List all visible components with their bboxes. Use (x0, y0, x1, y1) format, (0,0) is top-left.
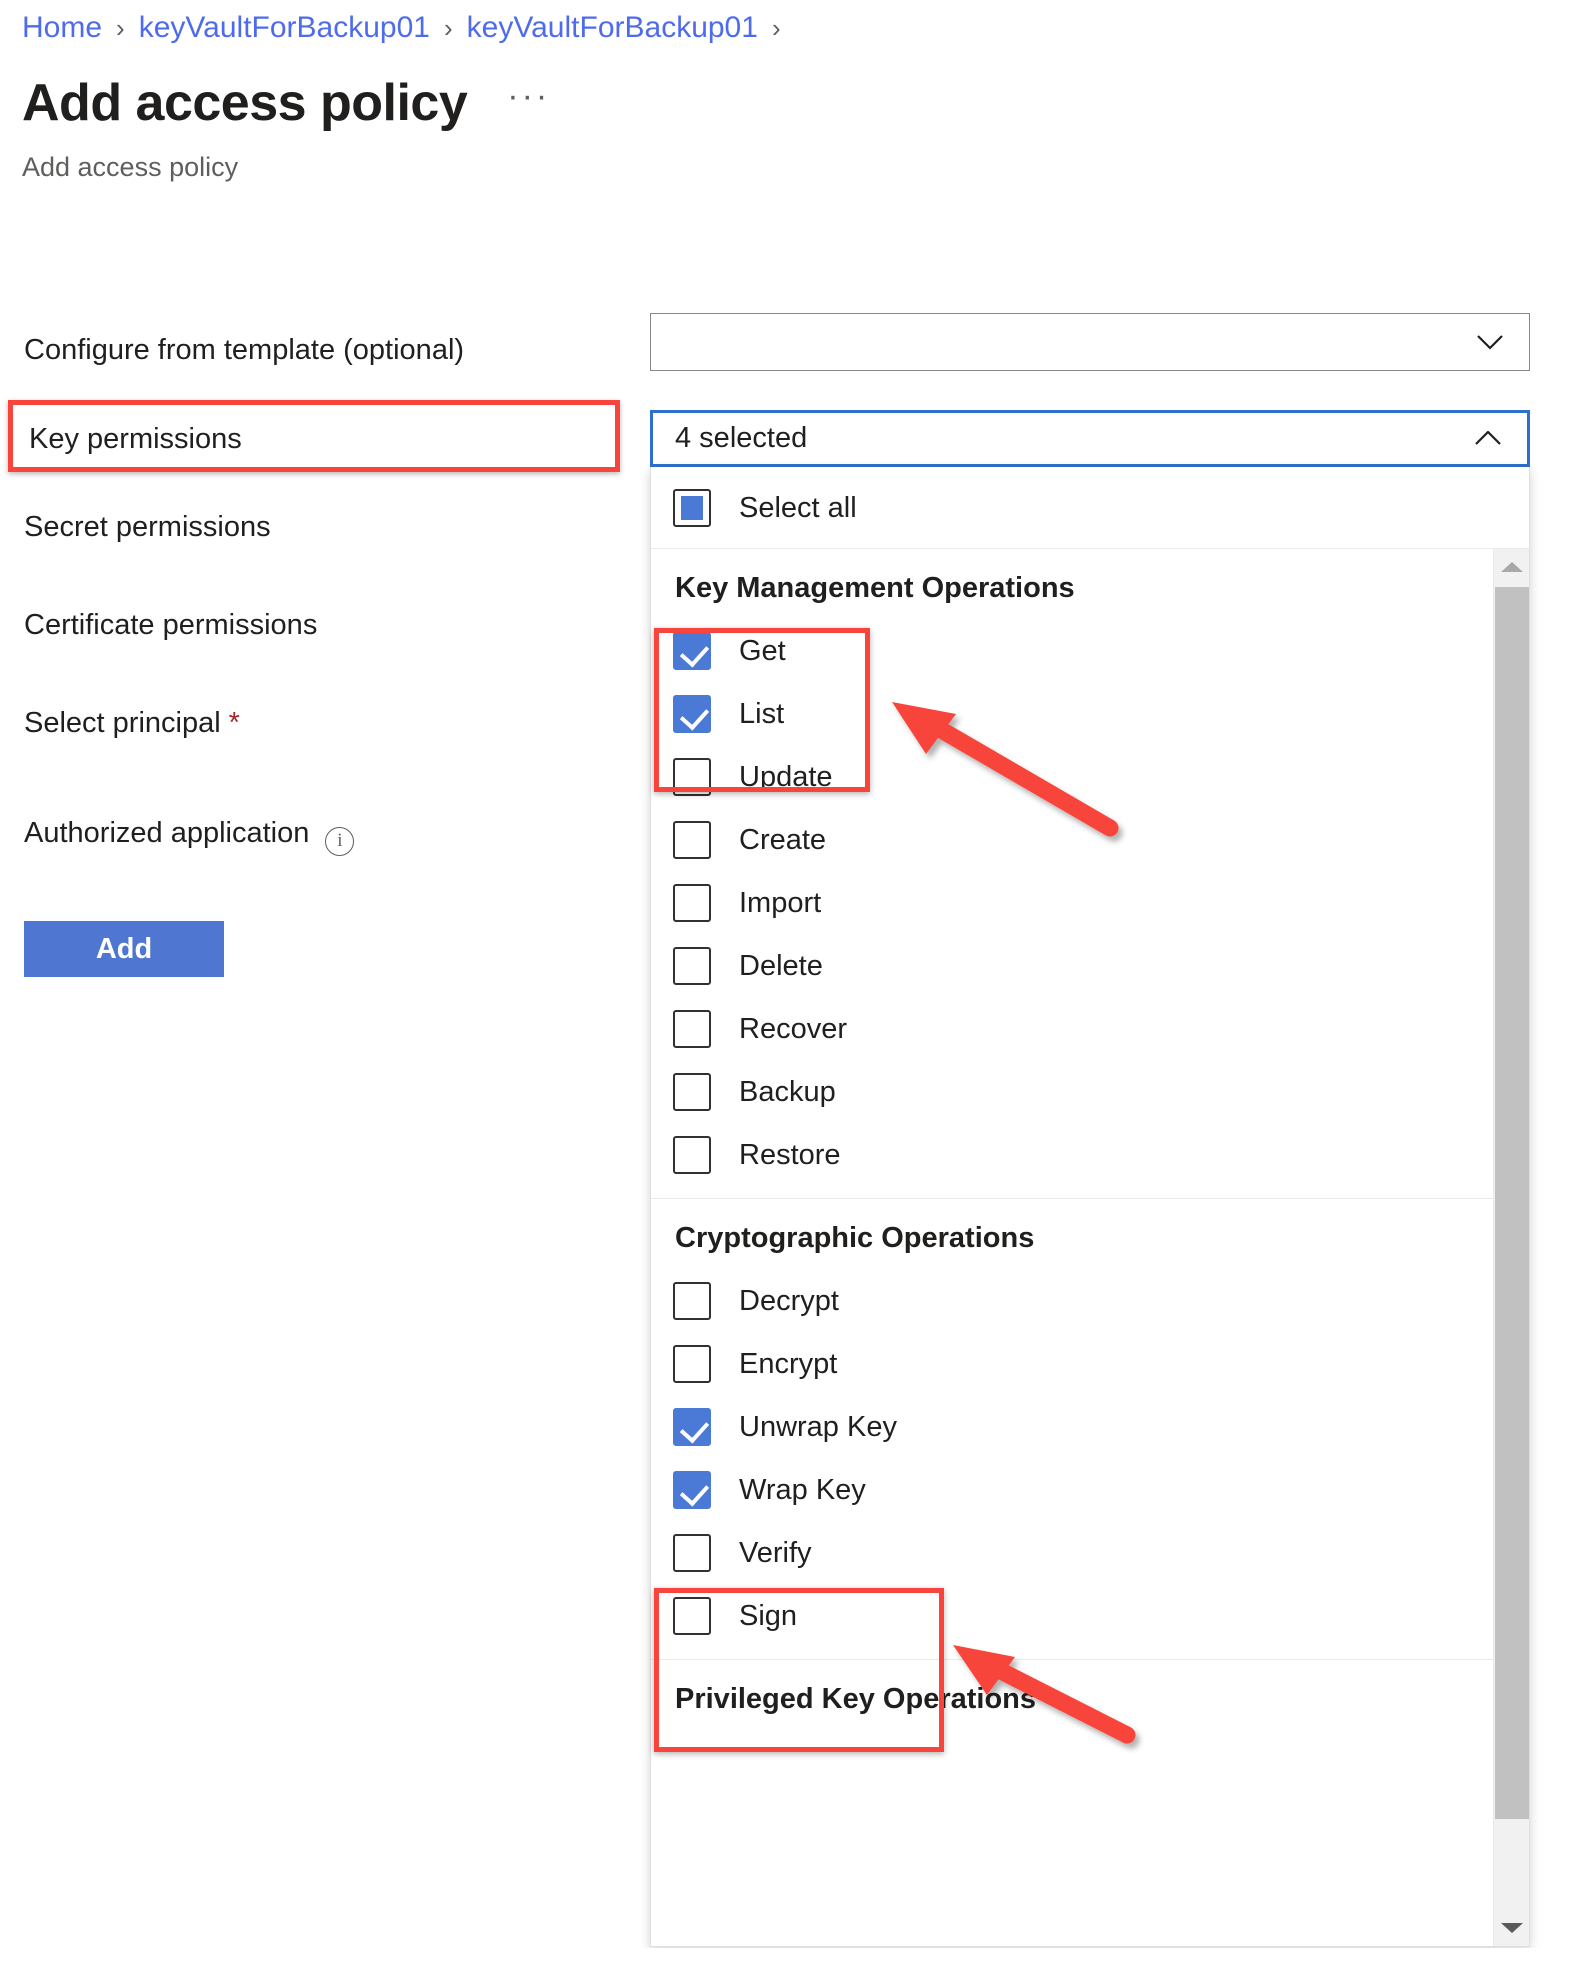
option-label-get: Get (739, 634, 786, 667)
key-permissions-selected-summary: 4 selected (675, 422, 808, 454)
label-authorized-application-text: Authorized application (24, 817, 310, 849)
option-update[interactable]: Update (651, 745, 1529, 808)
page-title: Add access policy (22, 74, 468, 132)
page-header: Add access policy ··· (22, 72, 550, 134)
key-permissions-combobox[interactable]: 4 selected (650, 410, 1530, 467)
required-indicator: * (228, 707, 240, 739)
key-permissions-label-highlight: Key permissions (8, 400, 620, 472)
key-permissions-dropdown-panel: Select all Key Management Operations Get… (650, 467, 1530, 1947)
checkbox-list[interactable] (673, 694, 711, 733)
option-label-list: List (739, 697, 785, 730)
checkbox-recover[interactable] (673, 1009, 711, 1048)
checkbox-wrap-key[interactable] (673, 1470, 711, 1509)
checkbox-encrypt[interactable] (673, 1344, 711, 1383)
group-title-privileged-key-operations: Privileged Key Operations (675, 1683, 1037, 1715)
option-label-restore: Restore (739, 1138, 841, 1171)
checkbox-verify[interactable] (673, 1533, 711, 1572)
option-wrap-key[interactable]: Wrap Key (651, 1458, 1529, 1521)
option-verify[interactable]: Verify (651, 1521, 1529, 1584)
option-import[interactable]: Import (651, 871, 1529, 934)
checkbox-sign[interactable] (673, 1596, 711, 1635)
label-certificate-permissions: Certificate permissions (24, 609, 318, 641)
configure-from-template-select[interactable] (650, 313, 1530, 371)
label-select-principal: Select principal * (24, 705, 240, 741)
option-label-update: Update (739, 760, 833, 793)
breadcrumb-separator-icon: › (443, 13, 453, 43)
viewport-bottom-clip (0, 1948, 1578, 1988)
add-access-policy-page: Home › keyVaultForBackup01 › keyVaultFor… (0, 0, 1578, 1988)
option-encrypt[interactable]: Encrypt (651, 1332, 1529, 1395)
permissions-list: Key Management Operations Get List Updat… (651, 549, 1529, 1946)
select-all-checkbox[interactable] (673, 488, 711, 527)
option-restore[interactable]: Restore (651, 1123, 1529, 1186)
label-select-principal-text: Select principal (24, 707, 221, 739)
chevron-up-icon (1475, 431, 1501, 446)
chevron-down-icon (1477, 334, 1503, 350)
option-delete[interactable]: Delete (651, 934, 1529, 997)
breadcrumb-separator-icon: › (771, 13, 781, 43)
breadcrumb-item-vault-access-policies[interactable]: keyVaultForBackup01 (467, 8, 758, 48)
add-button[interactable]: Add (24, 921, 224, 977)
breadcrumb-item-home[interactable]: Home (22, 8, 102, 48)
option-label-delete: Delete (739, 949, 823, 982)
more-options-button[interactable]: ··· (507, 79, 550, 125)
group-title-cryptographic-operations: Cryptographic Operations (675, 1222, 1035, 1254)
scroll-up-arrow-icon[interactable] (1494, 549, 1529, 585)
option-sign[interactable]: Sign (651, 1584, 1529, 1647)
option-decrypt[interactable]: Decrypt (651, 1269, 1529, 1332)
checkbox-create[interactable] (673, 820, 711, 859)
option-label-backup: Backup (739, 1075, 836, 1108)
option-label-sign: Sign (739, 1599, 798, 1632)
option-unwrap-key[interactable]: Unwrap Key (651, 1395, 1529, 1458)
option-label-encrypt: Encrypt (739, 1347, 838, 1380)
select-all-label: Select all (739, 491, 857, 524)
breadcrumb: Home › keyVaultForBackup01 › keyVaultFor… (22, 8, 795, 48)
checkbox-restore[interactable] (673, 1135, 711, 1174)
option-get[interactable]: Get (651, 619, 1529, 682)
checkbox-import[interactable] (673, 883, 711, 922)
checkbox-delete[interactable] (673, 946, 711, 985)
option-label-wrap-key: Wrap Key (739, 1473, 866, 1506)
label-secret-permissions: Secret permissions (24, 511, 271, 543)
breadcrumb-separator-icon: › (116, 13, 125, 43)
label-configure-from-template: Configure from template (optional) (24, 334, 465, 366)
breadcrumb-item-vault[interactable]: keyVaultForBackup01 (139, 8, 430, 48)
group-title-key-management-operations: Key Management Operations (675, 572, 1075, 604)
checkbox-decrypt[interactable] (673, 1281, 711, 1320)
option-backup[interactable]: Backup (651, 1060, 1529, 1123)
option-label-unwrap-key: Unwrap Key (739, 1410, 897, 1443)
option-label-import: Import (739, 886, 822, 919)
scroll-down-arrow-icon[interactable] (1494, 1910, 1529, 1946)
option-list[interactable]: List (651, 682, 1529, 745)
checkbox-unwrap-key[interactable] (673, 1407, 711, 1446)
checkbox-get[interactable] (673, 631, 711, 670)
page-subtitle: Add access policy (22, 152, 239, 182)
checkbox-update[interactable] (673, 757, 711, 796)
label-authorized-application: Authorized application i (24, 815, 355, 856)
checkbox-backup[interactable] (673, 1072, 711, 1111)
option-label-decrypt: Decrypt (739, 1284, 839, 1317)
select-all-row[interactable]: Select all (651, 467, 1529, 549)
dropdown-scrollbar[interactable] (1493, 549, 1529, 1946)
label-key-permissions: Key permissions (29, 423, 242, 455)
option-create[interactable]: Create (651, 808, 1529, 871)
option-label-verify: Verify (739, 1536, 812, 1569)
option-label-create: Create (739, 823, 827, 856)
option-recover[interactable]: Recover (651, 997, 1529, 1060)
option-label-recover: Recover (739, 1012, 847, 1045)
scrollbar-thumb[interactable] (1495, 587, 1529, 1819)
info-icon[interactable]: i (325, 826, 355, 856)
